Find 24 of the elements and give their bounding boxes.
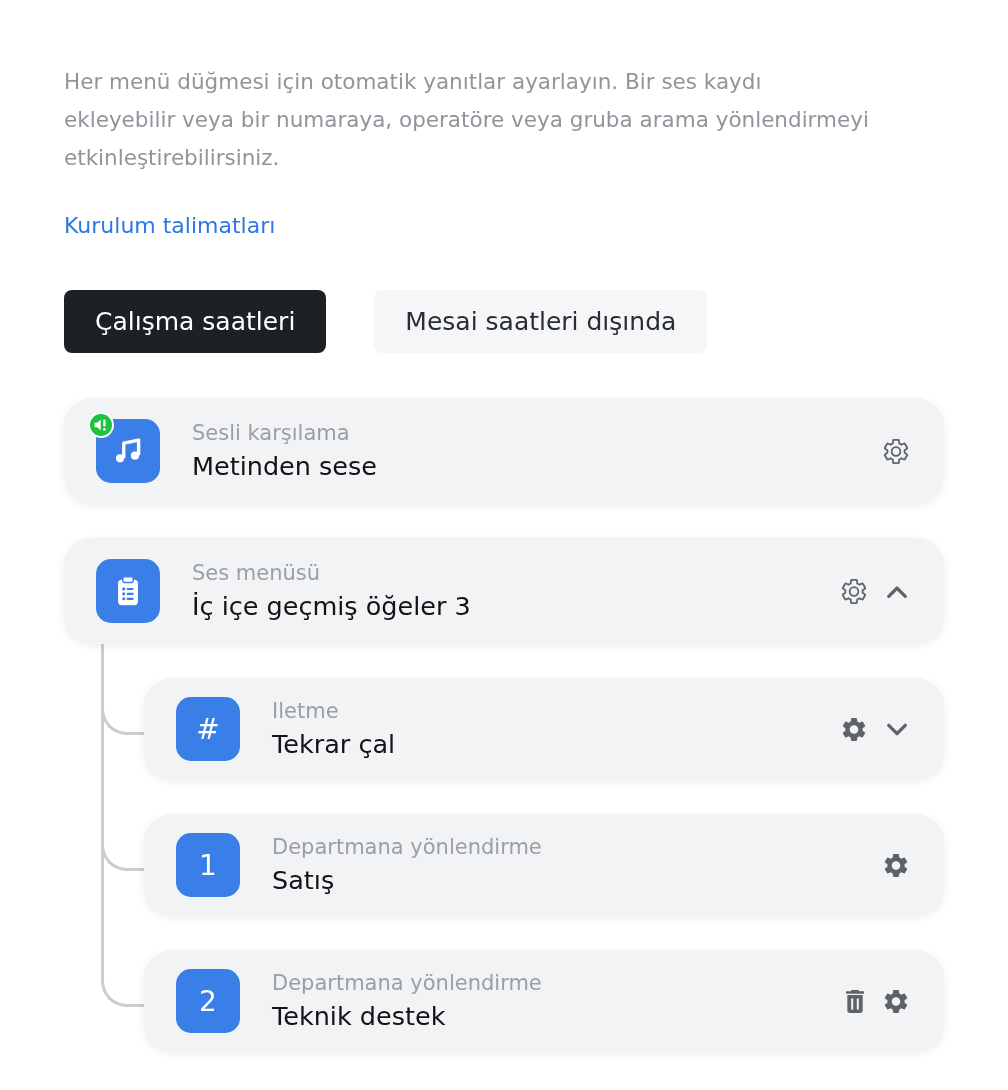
key-tile: # [176,697,240,761]
item-title: Satış [272,864,336,896]
setup-instructions-link[interactable]: Kurulum talimatları [64,212,276,240]
tab[interactable]: Çalışma saatleri [64,290,327,353]
item-type-label: Iletme [272,698,340,724]
music-note-icon [96,419,160,483]
settings-icon[interactable] [842,578,866,604]
item-type-label: Sesli karşılama [192,420,351,446]
item-type-label: Departmana yönlendirme [272,970,543,996]
trash-icon[interactable] [846,989,864,1013]
settings-icon[interactable] [884,988,908,1014]
intro-text: Her menü düğmesi için otomatik yanıtlar ayarlayın. Bir ses kaydı ekleyebilir veya bir numaraya, operatöre veya gruba arama yönlendirmeyi etkinleştirebilirsiniz. [64,68,870,172]
item-title: Teknik destek [272,1000,447,1032]
key-tile: 2 [176,969,240,1033]
settings-icon[interactable] [884,852,908,878]
item-title: Tekrar çal [272,728,397,760]
item-title: İç içe geçmiş öğeler 3 [192,590,472,622]
item-type-label: Ses menüsü [192,560,322,586]
key-tile: 1 [176,833,240,897]
settings-icon[interactable] [884,438,908,464]
item-type-label: Departmana yönlendirme [272,834,543,860]
tab[interactable]: Mesai saatleri dışında [374,290,708,353]
item-title: Metinden sese [192,450,379,482]
settings-icon[interactable] [842,716,866,742]
